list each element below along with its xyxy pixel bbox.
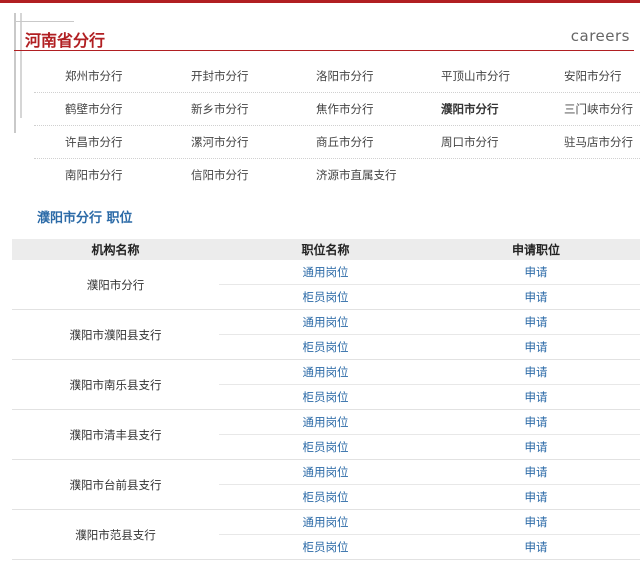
position-link[interactable]: 柜员岗位	[303, 540, 349, 554]
branch-link[interactable]: 信阳市分行	[191, 167, 249, 183]
position-cell: 通用岗位	[219, 509, 432, 535]
branch-link[interactable]: 洛阳市分行	[316, 68, 374, 84]
position-link[interactable]: 通用岗位	[303, 415, 349, 429]
column-header-org: 机构名称	[12, 239, 219, 260]
apply-link[interactable]: 申请	[525, 415, 548, 429]
position-cell: 柜员岗位	[219, 484, 432, 510]
position-link[interactable]: 通用岗位	[303, 465, 349, 479]
apply-link[interactable]: 申请	[525, 390, 548, 404]
position-link[interactable]: 柜员岗位	[303, 490, 349, 504]
branch-link[interactable]: 濮阳市分行	[441, 101, 499, 117]
branch-link[interactable]: 南阳市分行	[65, 167, 123, 183]
column-header-apply: 申请职位	[432, 239, 640, 260]
position-cell: 通用岗位	[219, 260, 432, 285]
apply-cell: 申请	[432, 509, 640, 535]
branch-row: 南阳市分行 信阳市分行 济源市直属支行	[34, 159, 640, 191]
careers-label: careers	[570, 27, 630, 45]
position-cell: 通用岗位	[219, 309, 432, 335]
table-row: 濮阳市濮阳县支行 通用岗位 申请	[12, 309, 640, 360]
apply-link[interactable]: 申请	[525, 315, 548, 329]
table-header-row: 机构名称 职位名称 申请职位	[12, 239, 640, 260]
apply-cell: 申请	[432, 434, 640, 460]
branch-link[interactable]: 安阳市分行	[564, 68, 622, 84]
position-link[interactable]: 柜员岗位	[303, 440, 349, 454]
apply-link[interactable]: 申请	[525, 465, 548, 479]
table-row: 濮阳市清丰县支行 通用岗位 申请	[12, 409, 640, 460]
apply-cell: 申请	[432, 409, 640, 435]
branch-row: 郑州市分行 开封市分行 洛阳市分行 平顶山市分行 安阳市分行	[34, 60, 640, 93]
branch-link[interactable]: 焦作市分行	[316, 101, 374, 117]
position-link[interactable]: 柜员岗位	[303, 340, 349, 354]
position-link[interactable]: 通用岗位	[303, 315, 349, 329]
apply-cell: 申请	[432, 534, 640, 560]
apply-cell: 申请	[432, 334, 640, 360]
table-row: 濮阳市范县支行 通用岗位 申请	[12, 509, 640, 560]
position-cell: 柜员岗位	[219, 434, 432, 460]
apply-link[interactable]: 申请	[525, 490, 548, 504]
branch-link[interactable]: 三门峡市分行	[564, 101, 633, 117]
apply-link[interactable]: 申请	[525, 290, 548, 304]
position-cell: 柜员岗位	[219, 334, 432, 360]
branch-link[interactable]: 开封市分行	[191, 68, 249, 84]
branch-link[interactable]: 周口市分行	[441, 134, 499, 150]
position-cell: 通用岗位	[219, 409, 432, 435]
apply-cell: 申请	[432, 459, 640, 485]
section-title: 濮阳市分行 职位	[37, 211, 133, 226]
table-row: 濮阳市台前县支行 通用岗位 申请	[12, 459, 640, 510]
org-name-cell: 濮阳市清丰县支行	[12, 409, 219, 460]
branch-link[interactable]: 商丘市分行	[316, 134, 374, 150]
position-cell: 通用岗位	[219, 459, 432, 485]
branch-link[interactable]: 鹤壁市分行	[65, 101, 123, 117]
org-name-cell: 濮阳市分行	[12, 260, 219, 310]
apply-link[interactable]: 申请	[525, 265, 548, 279]
position-cell: 通用岗位	[219, 359, 432, 385]
position-link[interactable]: 通用岗位	[303, 265, 349, 279]
org-name-cell: 濮阳市濮阳县支行	[12, 309, 219, 360]
apply-link[interactable]: 申请	[525, 515, 548, 529]
org-name-cell: 濮阳市范县支行	[12, 509, 219, 560]
column-header-position: 职位名称	[219, 239, 432, 260]
table-row: 濮阳市分行 通用岗位 申请	[12, 260, 640, 310]
branch-link[interactable]: 济源市直属支行	[316, 167, 397, 183]
apply-cell: 申请	[432, 309, 640, 335]
org-name-cell: 濮阳市南乐县支行	[12, 359, 219, 410]
apply-cell: 申请	[432, 284, 640, 310]
apply-link[interactable]: 申请	[525, 340, 548, 354]
apply-link[interactable]: 申请	[525, 365, 548, 379]
position-link[interactable]: 通用岗位	[303, 515, 349, 529]
apply-cell: 申请	[432, 359, 640, 385]
position-link[interactable]: 柜员岗位	[303, 390, 349, 404]
branch-link[interactable]: 漯河市分行	[191, 134, 249, 150]
table-row: 濮阳市南乐县支行 通用岗位 申请	[12, 359, 640, 410]
apply-link[interactable]: 申请	[525, 540, 548, 554]
position-link[interactable]: 通用岗位	[303, 365, 349, 379]
branch-list: 郑州市分行 开封市分行 洛阳市分行 平顶山市分行 安阳市分行鹤壁市分行 新乡市分行 焦作市分…	[0, 60, 640, 191]
decorative-line	[14, 21, 74, 22]
position-link[interactable]: 柜员岗位	[303, 290, 349, 304]
header-divider	[14, 50, 634, 51]
org-name-cell: 濮阳市台前县支行	[12, 459, 219, 510]
apply-link[interactable]: 申请	[525, 440, 548, 454]
apply-cell: 申请	[432, 384, 640, 410]
branch-link[interactable]: 郑州市分行	[65, 68, 123, 84]
page-title: 河南省分行	[25, 31, 106, 50]
jobs-table: 机构名称 职位名称 申请职位 濮阳市分行 通用岗位 申请 柜员岗位 申请 濮阳市濮阳县支行…	[12, 239, 640, 560]
branch-link[interactable]: 许昌市分行	[65, 134, 123, 150]
position-cell: 柜员岗位	[219, 534, 432, 560]
branch-row: 许昌市分行 漯河市分行 商丘市分行 周口市分行 驻马店市分行	[34, 126, 640, 159]
branch-link[interactable]: 平顶山市分行	[441, 68, 510, 84]
branch-link[interactable]: 新乡市分行	[191, 101, 249, 117]
apply-cell: 申请	[432, 260, 640, 285]
position-cell: 柜员岗位	[219, 284, 432, 310]
apply-cell: 申请	[432, 484, 640, 510]
branch-link[interactable]: 驻马店市分行	[564, 134, 633, 150]
position-cell: 柜员岗位	[219, 384, 432, 410]
branch-row: 鹤壁市分行 新乡市分行 焦作市分行 濮阳市分行 三门峡市分行	[34, 93, 640, 126]
page-header: 河南省分行 careers	[0, 3, 640, 133]
